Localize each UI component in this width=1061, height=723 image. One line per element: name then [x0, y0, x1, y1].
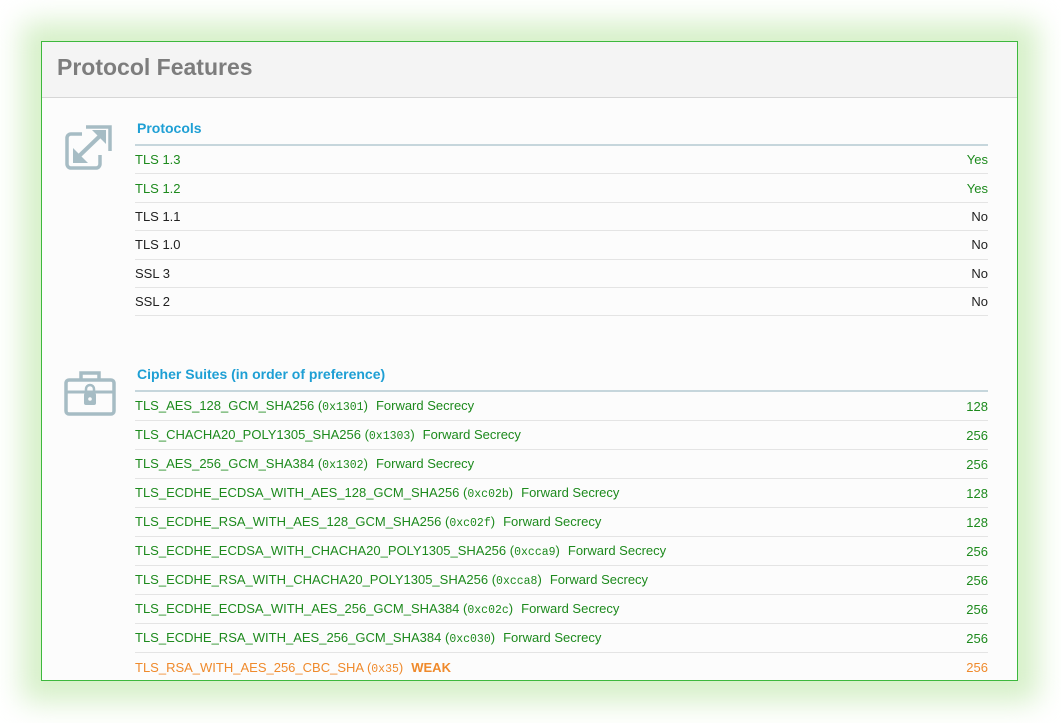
cipher-bits: 256	[966, 601, 988, 617]
protocol-support-value: No	[971, 294, 988, 310]
protocol-features-panel: Protocol Features Protocols TLS 1.3 Yes TL…	[41, 41, 1018, 681]
forward-secrecy-label: Forward Secrecy	[567, 543, 667, 558]
cipher-row: TLS_ECDHE_RSA_WITH_AES_128_GCM_SHA256 (0…	[135, 508, 988, 537]
forward-secrecy-label: Forward Secrecy	[521, 601, 620, 616]
cipher-name: TLS_AES_128_GCM_SHA256	[135, 398, 315, 413]
cipher-name: TLS_ECDHE_RSA_WITH_AES_128_GCM_SHA256	[135, 514, 442, 529]
cipher-name: TLS_ECDHE_RSA_WITH_AES_256_GCM_SHA384	[135, 630, 442, 645]
cipher-description: TLS_AES_256_GCM_SHA384 (0x1302) Forward S…	[135, 456, 475, 472]
cipher-bits: 128	[966, 485, 988, 501]
cipher-code: 0xc02b	[467, 488, 509, 501]
cipher-row: TLS_CHACHA20_POLY1305_SHA256 (0x1303) For…	[135, 421, 988, 450]
cipher-bits: 256	[966, 543, 988, 559]
protocols-heading: Protocols	[135, 118, 988, 146]
cipher-name: TLS_ECDHE_ECDSA_WITH_AES_128_GCM_SHA256	[135, 485, 460, 500]
protocol-row: TLS 1.3 Yes	[135, 146, 988, 175]
protocol-support-value: No	[971, 265, 988, 281]
cipher-code: 0x1303	[368, 430, 411, 443]
cipher-description: TLS_ECDHE_RSA_WITH_AES_256_GCM_SHA384 (0…	[135, 630, 602, 646]
cipher-code: 0x1302	[322, 459, 364, 472]
cipher-name: TLS_ECDHE_ECDSA_WITH_AES_256_GCM_SHA384	[135, 601, 460, 616]
protocol-name: TLS 1.1	[135, 208, 181, 224]
protocol-row: TLS 1.1 No	[135, 203, 988, 232]
cipher-bits: 128	[966, 514, 988, 530]
cipher-description: TLS_AES_128_GCM_SHA256 (0x1301) Forward S…	[135, 398, 475, 414]
cipher-code: 0xcca8	[496, 575, 538, 588]
cipher-name: TLS_ECDHE_ECDSA_WITH_CHACHA20_POLY1305_S…	[135, 543, 507, 558]
cipher-description: TLS_ECDHE_ECDSA_WITH_AES_128_GCM_SHA256 …	[135, 485, 620, 501]
cipher-description: TLS_CHACHA20_POLY1305_SHA256 (0x1303) For…	[135, 427, 521, 443]
protocols-content: Protocols TLS 1.3 Yes TLS 1.2 Yes TLS 1.1 No T…	[135, 118, 988, 317]
cipher-description: TLS_ECDHE_RSA_WITH_AES_128_GCM_SHA256 (0…	[135, 514, 602, 530]
cipher-row: TLS_ECDHE_RSA_WITH_AES_256_GCM_SHA384 (0…	[135, 624, 988, 653]
forward-secrecy-label: Forward Secrecy	[503, 514, 602, 529]
cipher-row: TLS_AES_128_GCM_SHA256 (0x1301) Forward S…	[135, 392, 988, 421]
page-title: Protocol Features	[57, 54, 253, 80]
cipher-suites-heading: Cipher Suites (in order of preference)	[135, 364, 988, 392]
protocol-name: TLS 1.0	[135, 237, 181, 253]
cipher-description: TLS_RSA_WITH_AES_256_CBC_SHA (0x35) WEAK	[135, 659, 451, 676]
expand-arrows-icon	[64, 123, 114, 178]
protocol-row: TLS 1.2 Yes	[135, 174, 988, 203]
protocol-name: TLS 1.3	[135, 152, 181, 168]
protocol-support-value: Yes	[966, 180, 988, 196]
forward-secrecy-label: Forward Secrecy	[375, 398, 475, 413]
cipher-code: 0xc02f	[449, 517, 491, 530]
protocol-row: SSL 3 No	[135, 260, 988, 288]
cipher-description: TLS_ECDHE_RSA_WITH_CHACHA20_POLY1305_SHA…	[135, 572, 649, 588]
cipher-name: TLS_RSA_WITH_AES_256_CBC_SHA	[135, 659, 364, 675]
cipher-name: TLS_AES_256_GCM_SHA384	[135, 456, 315, 471]
cipher-bits: 128	[966, 398, 988, 414]
cipher-suites-list: TLS_AES_128_GCM_SHA256 (0x1301) Forward S…	[135, 392, 988, 680]
cipher-bits: 256	[966, 660, 988, 675]
cipher-row: TLS_ECDHE_ECDSA_WITH_AES_256_GCM_SHA384 …	[135, 595, 988, 624]
cipher-row: TLS_RSA_WITH_AES_256_CBC_SHA (0x35) WEAK 2…	[135, 653, 988, 680]
cipher-row: TLS_ECDHE_ECDSA_WITH_AES_128_GCM_SHA256 …	[135, 479, 988, 508]
cipher-bits: 256	[966, 630, 988, 646]
cipher-suites-content: Cipher Suites (in order of preference) T…	[135, 364, 988, 680]
protocol-support-value: Yes	[966, 152, 988, 168]
weak-label: WEAK	[411, 659, 451, 675]
protocol-name: SSL 3	[135, 265, 170, 281]
cipher-bits: 256	[966, 572, 988, 588]
cipher-row: TLS_AES_256_GCM_SHA384 (0x1302) Forward S…	[135, 450, 988, 479]
protocol-row: TLS 1.0 No	[135, 231, 988, 260]
cipher-description: TLS_ECDHE_ECDSA_WITH_CHACHA20_POLY1305_S…	[135, 543, 667, 559]
forward-secrecy-label: Forward Secrecy	[375, 456, 475, 471]
cipher-code: 0xc02c	[467, 604, 509, 617]
protocol-name: SSL 2	[135, 294, 170, 310]
cipher-code: 0x35	[371, 662, 399, 676]
cipher-code: 0xc030	[449, 633, 491, 646]
cipher-code: 0xcca9	[514, 546, 556, 559]
cipher-code: 0x1301	[322, 401, 364, 414]
forward-secrecy-label: Forward Secrecy	[521, 485, 620, 500]
protocol-support-value: No	[971, 208, 988, 224]
cipher-row: TLS_ECDHE_ECDSA_WITH_CHACHA20_POLY1305_S…	[135, 537, 988, 566]
cipher-row: TLS_ECDHE_RSA_WITH_CHACHA20_POLY1305_SHA…	[135, 566, 988, 595]
cipher-bits: 256	[966, 456, 988, 472]
protocol-support-value: No	[971, 237, 988, 253]
protocol-name: TLS 1.2	[135, 180, 181, 196]
cipher-name: TLS_ECDHE_RSA_WITH_CHACHA20_POLY1305_SHA…	[135, 572, 489, 587]
panel-header: Protocol Features	[42, 42, 1017, 98]
cipher-bits: 256	[966, 427, 988, 443]
cipher-description: TLS_ECDHE_ECDSA_WITH_AES_256_GCM_SHA384 …	[135, 601, 620, 617]
forward-secrecy-label: Forward Secrecy	[549, 572, 649, 587]
forward-secrecy-label: Forward Secrecy	[503, 630, 602, 645]
protocols-list: TLS 1.3 Yes TLS 1.2 Yes TLS 1.1 No TLS 1.0 No SS…	[135, 146, 988, 317]
forward-secrecy-label: Forward Secrecy	[422, 427, 521, 442]
protocol-row: SSL 2 No	[135, 288, 988, 317]
cipher-name: TLS_CHACHA20_POLY1305_SHA256	[135, 427, 361, 442]
toolbox-lock-icon	[64, 368, 116, 421]
